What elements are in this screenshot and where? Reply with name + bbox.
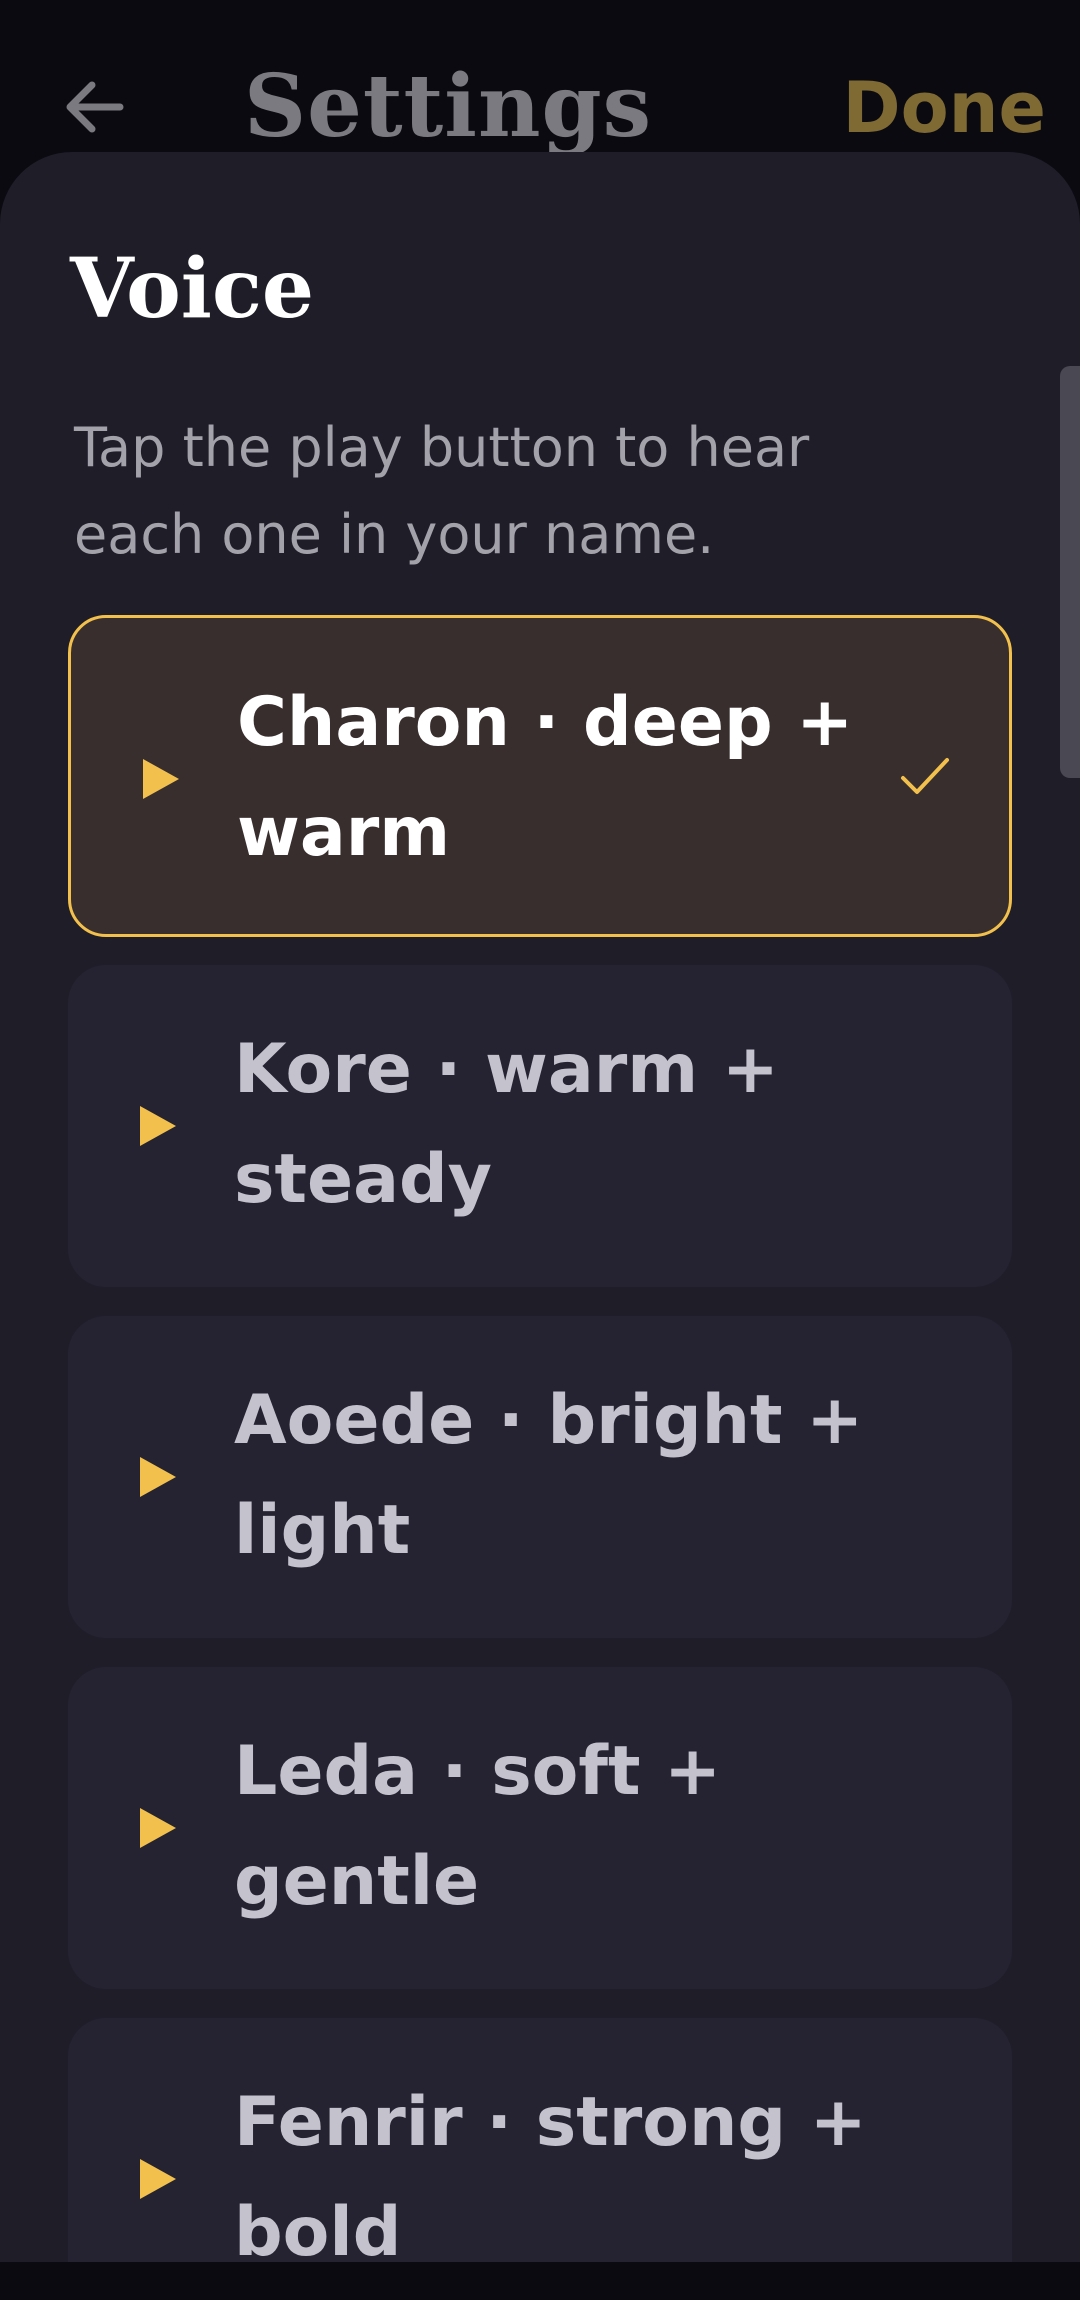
done-button[interactable]: Done — [842, 60, 1046, 156]
arrow-left-icon — [66, 81, 124, 133]
check-icon — [897, 748, 953, 804]
system-navigation-bar — [0, 2262, 1080, 2300]
voice-option-leda[interactable]: Leda · soft + gentle — [68, 1667, 1012, 1989]
scrollbar[interactable] — [1060, 366, 1080, 778]
section-description: Tap the play button to hear each one in … — [74, 416, 810, 566]
voice-option-kore[interactable]: Kore · warm + steady — [68, 965, 1012, 1287]
play-icon[interactable] — [138, 1455, 178, 1499]
voice-option-charon[interactable]: Charon · deep + warm — [68, 615, 1012, 937]
page-title: Settings — [244, 56, 653, 157]
play-icon[interactable] — [138, 1806, 178, 1850]
voice-label: Charon · deep + warm — [237, 683, 854, 872]
section-title: Voice — [70, 241, 315, 337]
voice-option-aoede[interactable]: Aoede · bright + light — [68, 1316, 1012, 1638]
play-icon[interactable] — [141, 757, 181, 801]
voice-label: Aoede · bright + light — [234, 1381, 864, 1570]
play-icon[interactable] — [138, 2157, 178, 2201]
voice-label: Kore · warm + steady — [234, 1030, 779, 1219]
voice-option-fenrir[interactable]: Fenrir · strong + bold — [68, 2018, 1012, 2262]
voice-settings-sheet: Voice Tap the play button to hear each o… — [0, 152, 1080, 2262]
voice-label: Fenrir · strong + bold — [234, 2083, 867, 2262]
play-icon[interactable] — [138, 1104, 178, 1148]
voice-label: Leda · soft + gentle — [234, 1732, 722, 1921]
back-button[interactable] — [58, 70, 132, 144]
